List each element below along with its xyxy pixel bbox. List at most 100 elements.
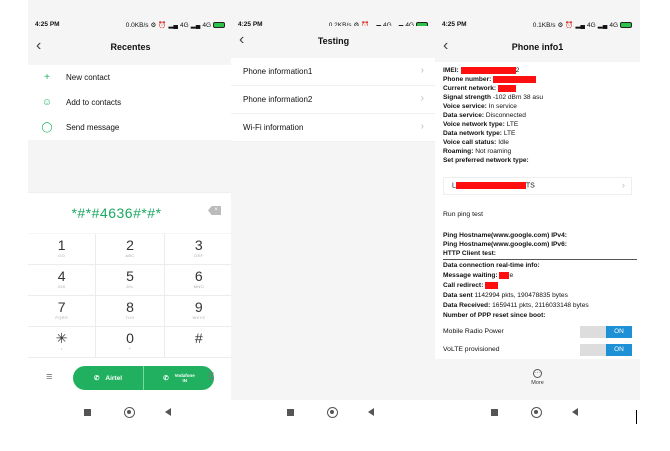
key-0[interactable]: 0 + xyxy=(96,327,165,358)
key-digit: 0 xyxy=(126,330,134,346)
key-digit: 6 xyxy=(194,268,203,284)
phone-icon: ✆ xyxy=(163,375,169,382)
preferred-suffix: TS xyxy=(525,182,535,190)
volte-provisioned-row: VoLTE provisioned ON xyxy=(443,344,632,356)
home-circle-icon[interactable] xyxy=(124,407,135,418)
chevron-right-icon: › xyxy=(420,65,424,76)
voice-call-label: Voice call status: xyxy=(443,139,497,146)
title-bar: ‹ Recentes xyxy=(28,32,233,62)
ppp-reset-label: Number of PPP reset since boot: xyxy=(443,312,546,319)
imei-label: IMEI: xyxy=(443,67,459,74)
key-2[interactable]: 2 ABC xyxy=(96,234,165,265)
back-triangle-icon[interactable] xyxy=(165,408,171,416)
key-letters: GHI xyxy=(57,284,66,289)
dialpad-grid-icon[interactable]: ⠿ xyxy=(207,371,215,384)
redaction-block xyxy=(460,66,516,74)
toggle-state: ON xyxy=(606,326,632,338)
voice-network-type-label: Voice network type: xyxy=(443,121,505,128)
dial-display: *#*#4636#*#* × xyxy=(28,192,233,233)
home-circle-icon[interactable] xyxy=(531,407,542,418)
key-9[interactable]: 9 WXYZ xyxy=(164,296,233,327)
menu-item-label: Add to contacts xyxy=(66,98,122,107)
signal-icon: ▂▄ xyxy=(168,22,179,29)
key-letters: WXYZ xyxy=(192,315,206,320)
mobile-radio-power-label: Mobile Radio Power xyxy=(443,328,504,335)
volte-provisioned-toggle[interactable]: ON xyxy=(580,344,632,356)
preferred-network-label: Set preferred network type: xyxy=(443,157,529,164)
hamburger-menu-icon[interactable]: ≡ xyxy=(46,371,52,383)
list-item-phone-info1[interactable]: Phone information1 › xyxy=(231,58,436,86)
more-button[interactable]: ··· More xyxy=(435,369,640,386)
redaction-block xyxy=(493,75,537,83)
list-item-label: Phone information1 xyxy=(243,67,313,76)
redaction-block xyxy=(455,182,526,189)
list-item-phone-info2[interactable]: Phone information2 › xyxy=(231,86,436,114)
home-circle-icon[interactable] xyxy=(327,407,338,418)
call-sim1-button[interactable]: ✆ Airtel xyxy=(73,366,143,390)
key-star[interactable]: ✳ • xyxy=(28,327,97,358)
keypad: 1 OO 2 ABC 3 DEF 4 GHI 5 JKL 6 MNO 7 PQRS 8 TUV … xyxy=(28,234,233,358)
key-7[interactable]: 7 PQRS xyxy=(28,296,97,327)
key-letters: TUV xyxy=(125,315,135,320)
recents-square-icon[interactable] xyxy=(84,409,91,416)
data-service-value: Disconnected xyxy=(485,112,526,119)
nav-bar xyxy=(28,400,233,432)
signal-label: Signal strength xyxy=(443,94,491,101)
key-digit: 2 xyxy=(126,237,134,253)
signal-icon: ▂▄ xyxy=(575,22,586,29)
recents-square-icon[interactable] xyxy=(491,409,498,416)
mobile-radio-power-toggle[interactable]: ON xyxy=(580,326,632,338)
data-service-row: Data service: Disconnected xyxy=(443,111,526,120)
key-3[interactable]: 3 DEF xyxy=(164,234,233,265)
back-triangle-icon[interactable] xyxy=(368,408,374,416)
settings-icon: ⚙ xyxy=(557,22,564,29)
data-received-row: Data Received: 1659411 pkts, 2116033148 … xyxy=(443,301,589,310)
call-redirect-label: Call redirect: xyxy=(443,282,484,289)
recents-square-icon[interactable] xyxy=(287,409,294,416)
signal-icon-2: ▂▄ xyxy=(597,22,608,29)
key-5[interactable]: 5 JKL xyxy=(96,265,165,296)
more-dots-icon: ··· xyxy=(533,369,542,378)
more-label: More xyxy=(531,380,544,386)
data-network-type-value: LTE xyxy=(503,130,516,137)
preferred-network-select[interactable]: L TS › xyxy=(443,177,632,195)
nav-bar xyxy=(435,400,640,432)
key-hash[interactable]: # xyxy=(164,327,233,358)
settings-icon: ⚙ xyxy=(150,22,157,29)
ppp-reset-row: Number of PPP reset since boot: xyxy=(443,311,545,320)
roaming-value: Not roaming xyxy=(475,148,512,155)
current-network-label: Current network: xyxy=(443,85,497,92)
roaming-label: Roaming: xyxy=(443,148,474,155)
key-6[interactable]: 6 MNO xyxy=(164,265,233,296)
divider xyxy=(443,259,637,260)
message-waiting-row: Message waiting: e xyxy=(443,271,513,280)
back-triangle-icon[interactable] xyxy=(572,408,578,416)
imei-row: IMEI: 2 xyxy=(443,66,519,75)
alarm-icon: ⏰ xyxy=(565,22,574,29)
list-item-wifi-info[interactable]: Wi-Fi information › xyxy=(231,114,436,142)
network-type: 4G xyxy=(180,21,189,29)
http-test-row: HTTP Client test: xyxy=(443,249,496,258)
menu-item-new-contact[interactable]: + New contact xyxy=(28,65,233,90)
redaction-block xyxy=(497,84,516,92)
redaction-block xyxy=(485,281,499,289)
ping-ipv4-row: Ping Hostname(www.google.com) IPv4: xyxy=(443,231,567,240)
key-1[interactable]: 1 OO xyxy=(28,234,97,265)
voice-call-value: Idle xyxy=(498,139,509,146)
imei-tail: 2 xyxy=(515,67,520,74)
dialer-screen: 4:25 PM 0.0KB/s ⚙ ⏰ ▂▄ 4G ▂▄ 4G ‹ Recent… xyxy=(28,0,233,432)
phone-info-panel: IMEI: 2 Phone number: Current network: S… xyxy=(435,62,640,359)
key-letters: ABC xyxy=(125,253,135,258)
run-ping-test-button[interactable]: Run ping test xyxy=(443,207,488,223)
backspace-icon[interactable]: × xyxy=(208,206,221,215)
data-sent-row: Data sent 1142994 pkts, 190478835 bytes xyxy=(443,291,568,300)
key-4[interactable]: 4 GHI xyxy=(28,265,97,296)
chevron-right-icon: › xyxy=(420,121,424,132)
menu-item-send-message[interactable]: ◯ Send message xyxy=(28,115,233,140)
menu-item-add-to-contacts[interactable]: ☺ Add to contacts xyxy=(28,90,233,115)
dialed-number: *#*#4636#*#* xyxy=(71,205,162,221)
call-sim2-button[interactable]: ✆ Vodafone IN xyxy=(143,366,214,390)
battery-icon xyxy=(620,22,632,28)
data-service-label: Data service: xyxy=(443,112,485,119)
key-8[interactable]: 8 TUV xyxy=(96,296,165,327)
